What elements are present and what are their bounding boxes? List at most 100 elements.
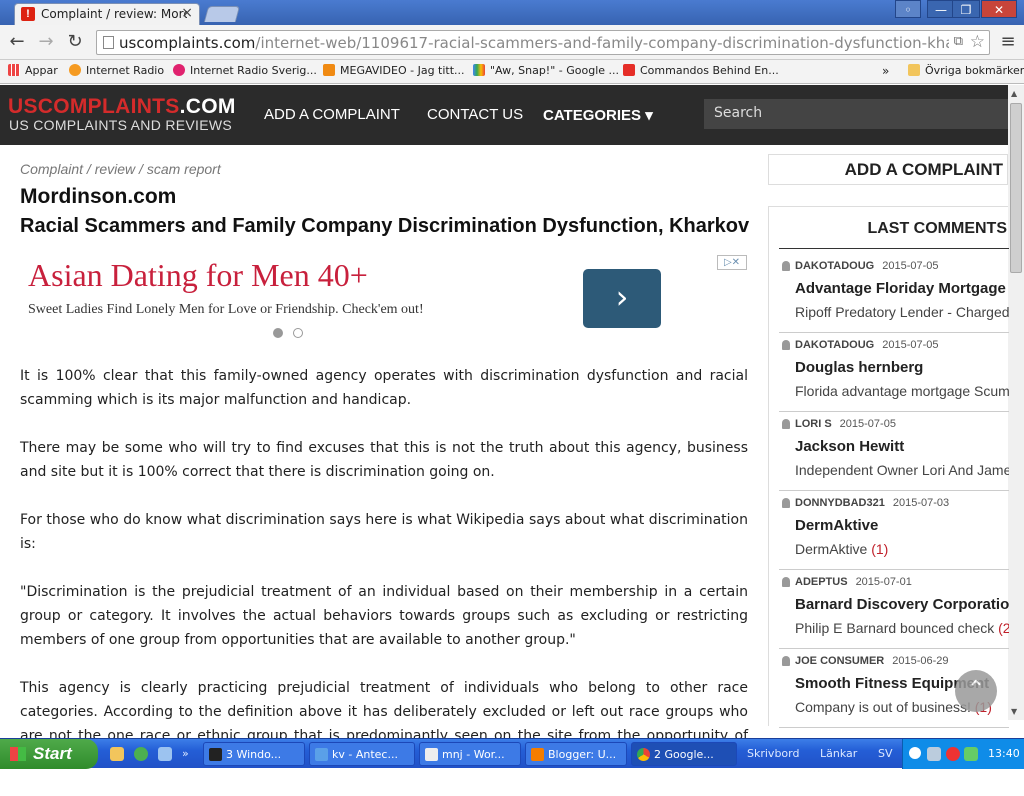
user-icon bbox=[782, 340, 790, 350]
company-name: Mordinson.com bbox=[20, 185, 177, 208]
close-window-button[interactable]: ✕ bbox=[981, 0, 1017, 18]
close-tab-icon[interactable]: × bbox=[181, 5, 193, 21]
bookmarks-overflow-icon[interactable]: » bbox=[882, 64, 889, 78]
bookmark-star-icon[interactable]: ☆ bbox=[970, 32, 985, 52]
tray-arrow-icon[interactable] bbox=[909, 747, 921, 759]
add-complaint-button[interactable]: ADD A COMPLAINT bbox=[768, 154, 1008, 185]
comment-item[interactable]: DAKOTADOUG 2015-07-05 Douglas hernberg Fl… bbox=[779, 333, 1009, 412]
network-tray-icon[interactable] bbox=[927, 747, 941, 761]
address-bar[interactable]: uscomplaints.com/internet-web/1109617-ra… bbox=[96, 30, 990, 55]
youtube-icon bbox=[623, 64, 635, 76]
explorer-icon[interactable] bbox=[110, 747, 124, 761]
apps-icon bbox=[8, 64, 20, 76]
ad-subtitle: Sweet Ladies Find Lonely Men for Love or… bbox=[28, 302, 424, 317]
scroll-down-icon[interactable]: ▼ bbox=[1011, 707, 1017, 716]
page-title: Racial Scammers and Family Company Discr… bbox=[20, 215, 750, 237]
user-icon bbox=[782, 261, 790, 271]
bookmark-internet-radio-sverige[interactable]: Internet Radio Sverig... bbox=[173, 64, 317, 77]
paragraph: "Discrimination is the prejudicial treat… bbox=[20, 584, 748, 648]
site-header: USCOMPLAINTS.COM US COMPLAINTS AND REVIE… bbox=[0, 85, 1008, 145]
menu-icon[interactable]: ≡ bbox=[998, 32, 1018, 52]
bookmark-other[interactable]: Övriga bokmärken bbox=[908, 64, 1024, 77]
comment-item[interactable]: DONNYDBAD321 2015-07-03 DermAktive DermAk… bbox=[779, 491, 1009, 570]
utorrent-icon[interactable] bbox=[134, 747, 148, 761]
comment-title[interactable]: Barnard Discovery Corporation bbox=[795, 596, 1009, 613]
nav-add-complaint[interactable]: ADD A COMPLAINT bbox=[264, 106, 400, 123]
last-comments-panel: LAST COMMENTS DAKOTADOUG 2015-07-05 Advan… bbox=[768, 206, 1009, 728]
ad-title[interactable]: Asian Dating for Men 40+ bbox=[28, 257, 368, 294]
comment-item[interactable]: ADEPTUS 2015-07-01 Barnard Discovery Corp… bbox=[779, 570, 1009, 649]
comment-title[interactable]: Douglas hernberg bbox=[795, 359, 923, 376]
restore-button[interactable]: ❐ bbox=[952, 0, 980, 18]
toolbar-links[interactable]: Länkar bbox=[820, 747, 857, 760]
bookmark-aw-snap[interactable]: "Aw, Snap!" - Google ... bbox=[473, 64, 619, 77]
comment-title[interactable]: DermAktive bbox=[795, 517, 878, 534]
user-icon[interactable]: ◦ bbox=[895, 0, 921, 18]
bookmarks-bar: Appar Internet Radio Internet Radio Sver… bbox=[0, 60, 1024, 84]
tray-app-icon[interactable] bbox=[964, 747, 978, 761]
comment-item[interactable]: DAKOTADOUG 2015-07-05 Advantage Floriday … bbox=[779, 254, 1009, 333]
start-button[interactable]: Start bbox=[0, 739, 98, 769]
nav-categories[interactable]: CATEGORIES ▾ bbox=[543, 106, 653, 124]
complaint-body: It is 100% clear that this family-owned … bbox=[20, 364, 748, 796]
antivirus-icon[interactable] bbox=[946, 747, 960, 761]
taskbar-item-chrome[interactable]: 2 Google... bbox=[631, 742, 737, 766]
page-scrollbar[interactable]: ▲ ▼ bbox=[1008, 85, 1024, 720]
comment-title[interactable]: Advantage Floriday Mortgage - Do bbox=[795, 280, 1009, 297]
bookmark-internet-radio[interactable]: Internet Radio bbox=[69, 64, 164, 77]
minimize-button[interactable]: — bbox=[927, 0, 955, 18]
system-tray: 13:40 bbox=[902, 739, 1024, 769]
ad-dot[interactable] bbox=[293, 328, 303, 338]
url-text[interactable]: uscomplaints.com/internet-web/1109617-ra… bbox=[119, 34, 949, 52]
browser-toolbar: ← → ↻ uscomplaints.com/internet-web/1109… bbox=[0, 25, 1024, 60]
language-indicator[interactable]: SV bbox=[878, 747, 893, 760]
ad-arrow-button[interactable]: › bbox=[583, 269, 661, 328]
last-comments-title: LAST COMMENTS bbox=[779, 220, 1009, 249]
extension-icon[interactable]: ⧉ bbox=[954, 34, 963, 49]
bookmark-commandos[interactable]: Commandos Behind En... bbox=[623, 64, 779, 77]
back-icon[interactable]: ← bbox=[7, 32, 27, 52]
paragraph: It is 100% clear that this family-owned … bbox=[20, 368, 748, 408]
comment-text: Florida advantage mortgage Scum bbox=[795, 383, 1009, 399]
warning-favicon-icon: ! bbox=[21, 7, 35, 21]
taskbar-item-blogger[interactable]: Blogger: U... bbox=[525, 742, 627, 766]
ie-icon bbox=[315, 748, 328, 761]
comment-title[interactable]: Jackson Hewitt bbox=[795, 438, 904, 455]
bookmark-megavideo[interactable]: MEGAVIDEO - Jag titt... bbox=[323, 64, 465, 77]
comment-text: Philip E Barnard bounced check (2) bbox=[795, 620, 1009, 636]
google-icon bbox=[473, 64, 485, 76]
scroll-up-icon[interactable]: ▲ bbox=[1011, 89, 1017, 98]
scroll-to-top-button[interactable]: ⌃ bbox=[955, 670, 997, 712]
reload-icon[interactable]: ↻ bbox=[65, 32, 85, 52]
scrollbar-thumb[interactable] bbox=[1010, 103, 1022, 273]
ad-close-icon[interactable]: ▷✕ bbox=[717, 255, 747, 270]
user-icon bbox=[782, 419, 790, 429]
tab-active[interactable]: ! Complaint / review: Mordinsc × bbox=[14, 3, 200, 25]
clock[interactable]: 13:40 bbox=[988, 747, 1020, 760]
comment-text: Ripoff Predatory Lender - Charged bbox=[795, 304, 1009, 320]
chrome-icon bbox=[637, 748, 650, 761]
nav-contact-us[interactable]: CONTACT US bbox=[427, 106, 523, 123]
taskbar-item-word[interactable]: mnj - Wor... bbox=[419, 742, 521, 766]
network-icon[interactable] bbox=[158, 747, 172, 761]
comment-text: DermAktive (1) bbox=[795, 541, 889, 557]
ad-dot-active[interactable] bbox=[273, 328, 283, 338]
new-tab-button[interactable] bbox=[203, 6, 241, 22]
forward-icon[interactable]: → bbox=[36, 32, 56, 52]
taskbar-item-antec[interactable]: kv - Antec... bbox=[309, 742, 415, 766]
page-icon bbox=[103, 36, 114, 49]
search-input[interactable]: Search bbox=[704, 99, 1008, 129]
bookmark-apps[interactable]: Appar bbox=[8, 64, 58, 77]
taskbar-item-windows[interactable]: 3 Windo... bbox=[203, 742, 305, 766]
radio-icon bbox=[69, 64, 81, 76]
site-tagline: US COMPLAINTS AND REVIEWS bbox=[9, 117, 232, 133]
site-logo[interactable]: USCOMPLAINTS.COM bbox=[8, 95, 236, 119]
toolbar-desktop[interactable]: Skrivbord bbox=[747, 747, 799, 760]
paragraph: There may be some who will try to find e… bbox=[20, 440, 748, 480]
comment-item[interactable]: LORI S 2015-07-05 Jackson Hewitt Independ… bbox=[779, 412, 1009, 491]
advertisement[interactable]: Asian Dating for Men 40+ Sweet Ladies Fi… bbox=[20, 255, 748, 345]
blogger-icon bbox=[531, 748, 544, 761]
megavideo-icon bbox=[323, 64, 335, 76]
radio-icon bbox=[173, 64, 185, 76]
quicklaunch-overflow-icon[interactable]: » bbox=[182, 747, 189, 760]
